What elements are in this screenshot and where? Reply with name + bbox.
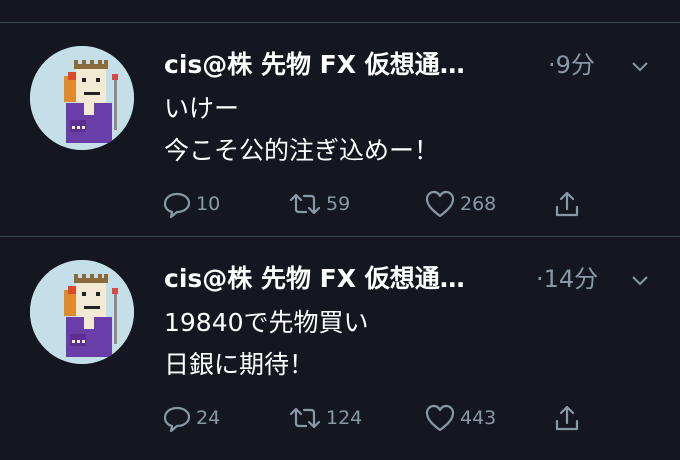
like-button[interactable]: 443	[424, 402, 496, 434]
divider	[0, 236, 680, 237]
like-icon	[424, 189, 456, 219]
reply-button[interactable]: 24	[162, 402, 220, 434]
action-bar: 24 124 443	[162, 402, 602, 434]
author-name[interactable]: cis@株 先物 FX 仮想通…	[164, 264, 465, 294]
retweet-button[interactable]: 59	[288, 188, 350, 220]
like-count: 268	[460, 193, 497, 215]
timestamp[interactable]: ·14分	[536, 264, 598, 294]
chevron-down-icon[interactable]	[630, 270, 650, 290]
reply-icon	[162, 189, 192, 219]
author-name[interactable]: cis@株 先物 FX 仮想通…	[164, 50, 465, 80]
tweet[interactable]: cis@株 先物 FX 仮想通… ·9分 いけー 今こそ公的注ぎ込めー！ 10 …	[0, 24, 680, 236]
avatar[interactable]	[30, 260, 134, 364]
tweet-text-line: 19840で先物買い	[164, 308, 369, 337]
tweet-text-line: 今こそ公的注ぎ込めー！	[164, 136, 440, 165]
share-icon	[552, 189, 582, 219]
reply-icon	[162, 403, 192, 433]
timestamp[interactable]: ·9分	[548, 50, 595, 80]
tweet-text-line: 日銀に期待！	[164, 350, 315, 379]
like-count: 443	[460, 407, 497, 429]
tweet[interactable]: cis@株 先物 FX 仮想通… ·14分 19840で先物買い 日銀に期待！ …	[0, 238, 680, 450]
retweet-count: 124	[326, 407, 363, 429]
reply-count: 24	[196, 407, 221, 429]
chevron-down-icon[interactable]	[630, 56, 650, 76]
retweet-button[interactable]: 124	[288, 402, 362, 434]
timeline: cis@株 先物 FX 仮想通… ·9分 いけー 今こそ公的注ぎ込めー！ 10 …	[0, 0, 680, 460]
divider	[0, 22, 680, 23]
share-button[interactable]	[552, 402, 582, 434]
reply-count: 10	[196, 193, 221, 215]
action-bar: 10 59 268	[162, 188, 602, 220]
like-button[interactable]: 268	[424, 188, 496, 220]
tweet-header: cis@株 先物 FX 仮想通… ·14分	[164, 264, 664, 294]
reply-button[interactable]: 10	[162, 188, 220, 220]
retweet-icon	[288, 189, 322, 219]
share-icon	[552, 403, 582, 433]
avatar[interactable]	[30, 46, 134, 150]
like-icon	[424, 403, 456, 433]
share-button[interactable]	[552, 188, 582, 220]
tweet-text: いけー 今こそ公的注ぎ込めー！	[164, 88, 439, 172]
retweet-count: 59	[326, 193, 351, 215]
tweet-text: 19840で先物買い 日銀に期待！	[164, 302, 369, 386]
retweet-icon	[288, 403, 322, 433]
tweet-header: cis@株 先物 FX 仮想通… ·9分	[164, 50, 664, 80]
tweet-text-line: いけー	[164, 94, 240, 123]
